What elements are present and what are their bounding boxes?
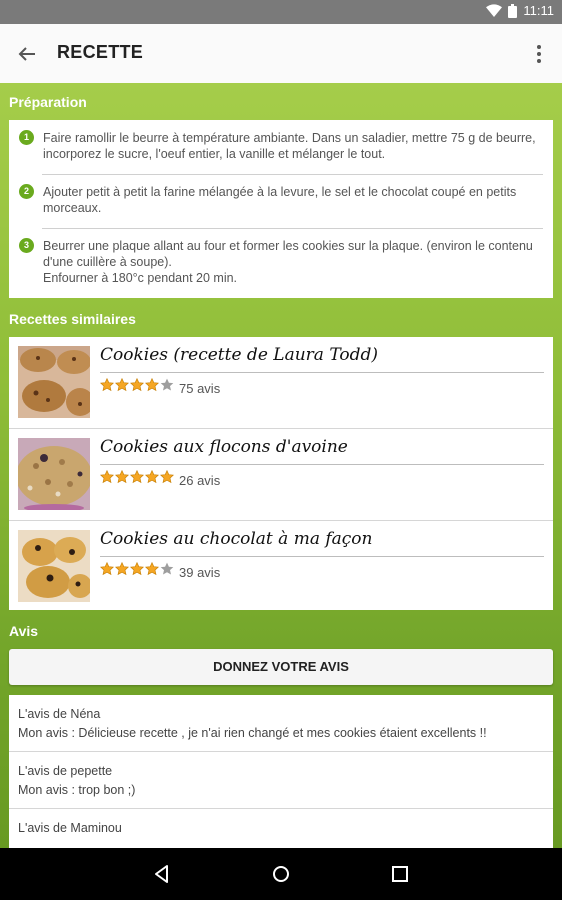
review-author: L'avis de Néna xyxy=(18,707,101,721)
clock: 11:11 xyxy=(523,3,554,18)
back-arrow-icon[interactable] xyxy=(12,39,42,69)
similar-recipe-item[interactable]: Cookies aux flocons d'avoine 26 avis xyxy=(9,429,553,521)
star-empty-icon xyxy=(160,562,174,575)
review-count: 39 avis xyxy=(179,565,221,580)
star-filled-icon xyxy=(130,562,144,576)
recents-nav-icon[interactable] xyxy=(388,862,412,886)
star-filled-icon xyxy=(100,378,114,392)
star-filled-icon xyxy=(160,470,174,484)
similar-recipe-item[interactable]: Cookies au chocolat à ma façon 39 avis xyxy=(9,521,553,613)
review-count: 75 avis xyxy=(179,381,221,396)
recipe-title: Cookies (recette de Laura Todd) xyxy=(100,345,378,365)
star-filled-icon xyxy=(100,470,114,484)
review-message: Mon avis : Délicieuse recette , je n'ai … xyxy=(18,726,487,740)
review-item: L'avis de Maminou xyxy=(9,809,553,848)
divider xyxy=(42,228,543,229)
review-author: L'avis de pepette xyxy=(18,764,113,778)
recipe-title: Cookies au chocolat à ma façon xyxy=(100,529,373,549)
step-3: 3 Beurrer une plaque allant au four et f… xyxy=(19,238,543,290)
more-vert-icon[interactable] xyxy=(528,41,550,67)
divider xyxy=(100,372,544,373)
review-item: L'avis de pepette Mon avis : trop bon ;) xyxy=(9,752,553,808)
star-filled-icon xyxy=(115,562,129,576)
review-item: L'avis de Néna Mon avis : Délicieuse rec… xyxy=(9,695,553,751)
status-bar: 11:11 xyxy=(0,0,562,24)
recipe-thumbnail xyxy=(18,438,90,510)
preparation-card: 1 Faire ramollir le beurre à température… xyxy=(9,120,553,298)
step-number-badge: 2 xyxy=(19,184,34,199)
divider xyxy=(100,556,544,557)
reviews-card: L'avis de Néna Mon avis : Délicieuse rec… xyxy=(9,695,553,848)
similar-recipe-item[interactable]: Cookies (recette de Laura Todd) 75 avis xyxy=(9,337,553,429)
divider xyxy=(42,174,543,175)
star-filled-icon xyxy=(100,562,114,576)
step-number-badge: 1 xyxy=(19,130,34,145)
similar-recipes-card: Cookies (recette de Laura Todd) 75 avis … xyxy=(9,337,553,610)
recipe-thumbnail xyxy=(18,530,90,602)
star-filled-icon xyxy=(145,470,159,484)
step-2: 2 Ajouter petit à petit la farine mélang… xyxy=(19,184,543,218)
page-title: RECETTE xyxy=(57,42,144,62)
app-bar: RECETTE xyxy=(0,24,562,83)
review-count: 26 avis xyxy=(179,473,221,488)
step-number-badge: 3 xyxy=(19,238,34,253)
star-filled-icon xyxy=(145,562,159,576)
navigation-bar xyxy=(0,848,562,900)
recipe-content[interactable]: Préparation 1 Faire ramollir le beurre à… xyxy=(0,83,562,848)
star-filled-icon xyxy=(130,378,144,392)
recipe-title: Cookies aux flocons d'avoine xyxy=(100,437,348,457)
step-text: Beurrer une plaque allant au four et for… xyxy=(43,239,533,285)
recipe-thumbnail xyxy=(18,346,90,418)
review-author: L'avis de Maminou xyxy=(18,821,122,835)
review-message: Mon avis : trop bon ;) xyxy=(18,783,136,797)
star-filled-icon xyxy=(115,378,129,392)
step-text: Ajouter petit à petit la farine mélangée… xyxy=(43,185,517,215)
star-empty-icon xyxy=(160,378,174,391)
step-text: Faire ramollir le beurre à température a… xyxy=(43,131,536,161)
wifi-icon xyxy=(486,4,503,17)
section-title-preparation: Préparation xyxy=(9,94,87,110)
section-title-avis: Avis xyxy=(9,623,39,639)
star-filled-icon xyxy=(130,470,144,484)
star-filled-icon xyxy=(145,378,159,392)
rating-stars xyxy=(100,378,174,392)
step-1: 1 Faire ramollir le beurre à température… xyxy=(19,130,543,164)
back-nav-icon[interactable] xyxy=(150,862,174,886)
section-title-similar: Recettes similaires xyxy=(9,311,136,327)
rating-stars xyxy=(100,470,174,484)
divider xyxy=(100,464,544,465)
star-filled-icon xyxy=(115,470,129,484)
battery-icon xyxy=(508,3,518,18)
give-review-button[interactable]: DONNEZ VOTRE AVIS xyxy=(9,649,553,685)
home-nav-icon[interactable] xyxy=(269,862,293,886)
rating-stars xyxy=(100,562,174,576)
